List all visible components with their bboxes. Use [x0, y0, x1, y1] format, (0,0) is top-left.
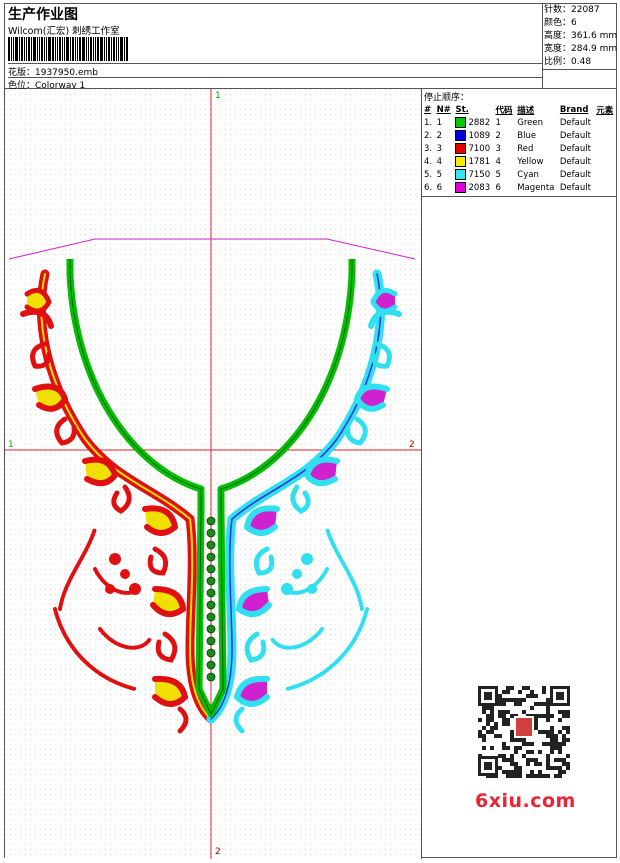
- row-code-text: 7100: [468, 144, 491, 154]
- studio-name: Wilcom(汇宏) 刺绣工作室: [8, 26, 120, 37]
- design-stats: 针数：22087 颜色：6 高度：361.6 mm 宽度：284.9 mm 比例…: [543, 4, 618, 88]
- color-swatch: [455, 182, 467, 193]
- row-code: 2083: [453, 181, 493, 194]
- table-row: 6. 6 2083 6 Magenta Default: [422, 181, 616, 194]
- row-code: 7150: [453, 168, 493, 181]
- stop-sequence-title: 停止顺序：: [424, 93, 470, 103]
- row-desc: Green: [517, 117, 544, 128]
- color-swatch: [455, 117, 467, 128]
- color-swatch: [455, 169, 467, 180]
- row-index: 6.: [424, 182, 433, 193]
- color-swatch: [455, 130, 467, 141]
- page-title: 生产作业图: [8, 7, 78, 23]
- table-header-row: # N# St. 代码 描述 Brand 元素: [422, 103, 616, 116]
- row-seq: 3: [495, 143, 501, 154]
- row-code: 1781: [453, 155, 493, 168]
- row-code-text: 2083: [468, 183, 491, 193]
- design-width: 宽度：284.9 mm: [544, 44, 618, 54]
- color-swatch: [455, 156, 467, 167]
- row-needle: 1: [436, 117, 442, 128]
- table-row: 3. 3 7100 3 Red Default: [422, 142, 616, 155]
- stitch-count: 针数：22087: [544, 5, 600, 15]
- watermark-logo: 6xiu.com: [475, 790, 576, 812]
- row-needle: 5: [436, 169, 442, 180]
- row-desc: Cyan: [517, 169, 539, 180]
- row-seq: 1: [495, 117, 501, 128]
- col-element: 元素: [596, 105, 614, 116]
- row-brand: Default: [559, 130, 591, 141]
- row-index: 2.: [424, 130, 433, 141]
- col-code: 代码: [495, 105, 513, 116]
- row-code-text: 7150: [468, 170, 491, 180]
- col-stitch: St.: [455, 104, 469, 115]
- table-row: 1. 1 2882 1 Green Default: [422, 116, 616, 129]
- col-needle: N#: [436, 104, 451, 115]
- marker-right: 2: [409, 440, 415, 450]
- design-height: 高度：361.6 mm: [544, 31, 618, 41]
- row-index: 5.: [424, 169, 433, 180]
- design-scale: 比例：0.48: [544, 57, 592, 67]
- row-needle: 4: [436, 156, 442, 167]
- row-brand: Default: [559, 169, 591, 180]
- table-row: 4. 4 1781 4 Yellow Default: [422, 155, 616, 168]
- col-desc: 描述: [517, 105, 535, 116]
- row-needle: 3: [436, 143, 442, 154]
- stop-sequence-table: # N# St. 代码 描述 Brand 元素 1. 1 2882 1 Green Def…: [422, 103, 616, 194]
- row-seq: 4: [495, 156, 501, 167]
- embroidery-canvas: 1 1 2 2: [5, 89, 422, 859]
- row-code-text: 1089: [468, 131, 491, 141]
- row-index: 4.: [424, 156, 433, 167]
- table-row: 2. 2 1089 2 Blue Default: [422, 129, 616, 142]
- row-code: 7100: [453, 142, 493, 155]
- row-desc: Blue: [517, 130, 537, 141]
- panel-divider: [422, 196, 616, 197]
- row-code-text: 2882: [468, 118, 491, 128]
- row-desc: Yellow: [517, 156, 544, 167]
- header-left: 生产作业图 Wilcom(汇宏) 刺绣工作室 花版：1937950.emb 色位…: [5, 4, 543, 91]
- row-needle: 2: [436, 130, 442, 141]
- row-index: 3.: [424, 143, 433, 154]
- row-brand: Default: [559, 182, 591, 193]
- row-code-text: 1781: [468, 157, 491, 167]
- design-file: 花版：1937950.emb: [8, 63, 542, 78]
- marker-left: 1: [8, 440, 14, 450]
- color-count: 颜色：6: [544, 18, 577, 28]
- header: 生产作业图 Wilcom(汇宏) 刺绣工作室 花版：1937950.emb 色位…: [5, 4, 618, 91]
- row-needle: 6: [436, 182, 442, 193]
- row-index: 1.: [424, 117, 433, 128]
- col-index: #: [424, 104, 432, 115]
- row-seq: 2: [495, 130, 501, 141]
- row-code: 1089: [453, 129, 493, 142]
- table-row: 5. 5 7150 5 Cyan Default: [422, 168, 616, 181]
- row-brand: Default: [559, 143, 591, 154]
- row-brand: Default: [559, 156, 591, 167]
- row-seq: 5: [495, 169, 501, 180]
- marker-top: 1: [215, 91, 221, 101]
- barcode: [8, 37, 145, 61]
- row-brand: Default: [559, 117, 591, 128]
- row-desc: Red: [517, 143, 534, 154]
- row-desc: Magenta: [517, 182, 555, 193]
- row-code: 2882: [453, 116, 493, 129]
- marker-bottom: 2: [215, 847, 221, 857]
- qr-code: [468, 678, 580, 783]
- row-seq: 6: [495, 182, 501, 193]
- col-brand: Brand: [559, 104, 589, 115]
- embroidery-preview: [5, 89, 421, 859]
- color-swatch: [455, 143, 467, 154]
